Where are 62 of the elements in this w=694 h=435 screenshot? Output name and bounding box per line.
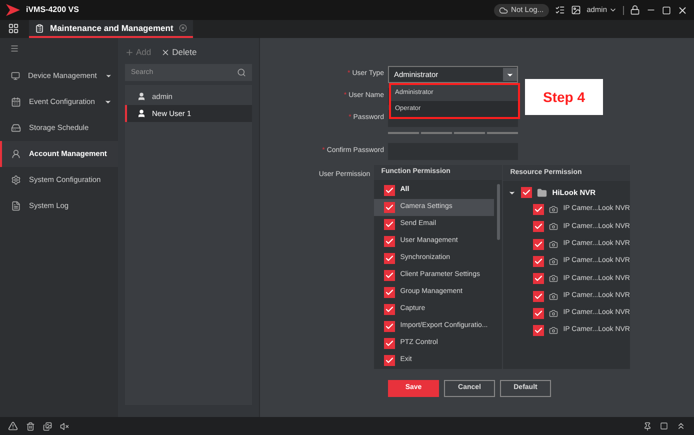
camera-icon	[549, 240, 558, 249]
task-list-icon[interactable]	[554, 5, 565, 15]
checkbox[interactable]	[533, 308, 544, 319]
checkbox[interactable]	[533, 238, 544, 250]
checkbox[interactable]	[384, 185, 396, 196]
trash-icon[interactable]	[26, 422, 35, 430]
maximize-icon[interactable]	[662, 6, 671, 14]
camera-icon	[549, 257, 558, 266]
checkbox[interactable]	[384, 270, 396, 281]
checkbox[interactable]	[533, 204, 544, 216]
sidebar-icon	[11, 175, 21, 185]
grid-menu-icon[interactable]	[8, 23, 19, 34]
checkbox[interactable]	[533, 325, 544, 336]
checkbox[interactable]	[384, 287, 396, 298]
caret-icon	[609, 6, 617, 14]
delete-button[interactable]: Delete	[161, 46, 197, 58]
checkbox[interactable]	[384, 253, 396, 264]
camera-icon	[549, 292, 558, 301]
window-icon[interactable]	[660, 422, 668, 430]
checkbox[interactable]	[384, 355, 396, 366]
checkbox[interactable]	[384, 236, 396, 247]
sidebar-icon	[11, 201, 21, 211]
mute-icon[interactable]	[60, 422, 69, 430]
checkbox[interactable]	[533, 221, 544, 232]
checkbox[interactable]	[533, 273, 544, 284]
plus-icon	[125, 48, 134, 56]
step-annotation: Step 4	[525, 79, 603, 115]
close-tab-icon	[179, 24, 188, 32]
user-icon	[137, 92, 146, 101]
sidebar-icon	[11, 149, 21, 159]
sidebar-icon	[11, 71, 20, 81]
cloud-icon	[499, 6, 508, 14]
camera-icon	[549, 308, 558, 318]
folder-icon	[537, 188, 548, 198]
app-title: iVMS-4200 VS	[26, 4, 79, 16]
checkbox[interactable]	[521, 187, 532, 198]
alarm-icon[interactable]	[8, 421, 18, 431]
checkbox[interactable]	[384, 202, 396, 213]
tab[interactable]: Maintenance and Management	[29, 20, 194, 38]
close-icon[interactable]	[677, 4, 688, 16]
menu-icon[interactable]	[10, 44, 19, 53]
pin-icon[interactable]	[643, 422, 652, 430]
search-icon[interactable]	[237, 68, 246, 77]
sidebar-icon	[11, 123, 21, 133]
user-icon	[137, 109, 146, 118]
checkbox[interactable]	[384, 338, 396, 349]
camera-icon	[549, 326, 558, 336]
checkbox[interactable]	[533, 256, 544, 268]
lock-icon[interactable]	[630, 5, 640, 15]
camera-icon	[549, 222, 558, 232]
image-icon[interactable]	[43, 422, 52, 430]
sidebar-icon	[11, 97, 21, 107]
logo-icon	[6, 4, 20, 16]
x-icon	[161, 48, 170, 56]
expand-up-icon[interactable]	[676, 421, 686, 431]
camera-icon	[549, 274, 558, 284]
checkbox[interactable]	[384, 304, 396, 315]
image-icon[interactable]	[570, 5, 581, 15]
camera-icon	[549, 205, 558, 214]
checkbox[interactable]	[384, 219, 396, 230]
checkbox[interactable]	[384, 321, 396, 332]
checkbox[interactable]	[533, 290, 544, 302]
